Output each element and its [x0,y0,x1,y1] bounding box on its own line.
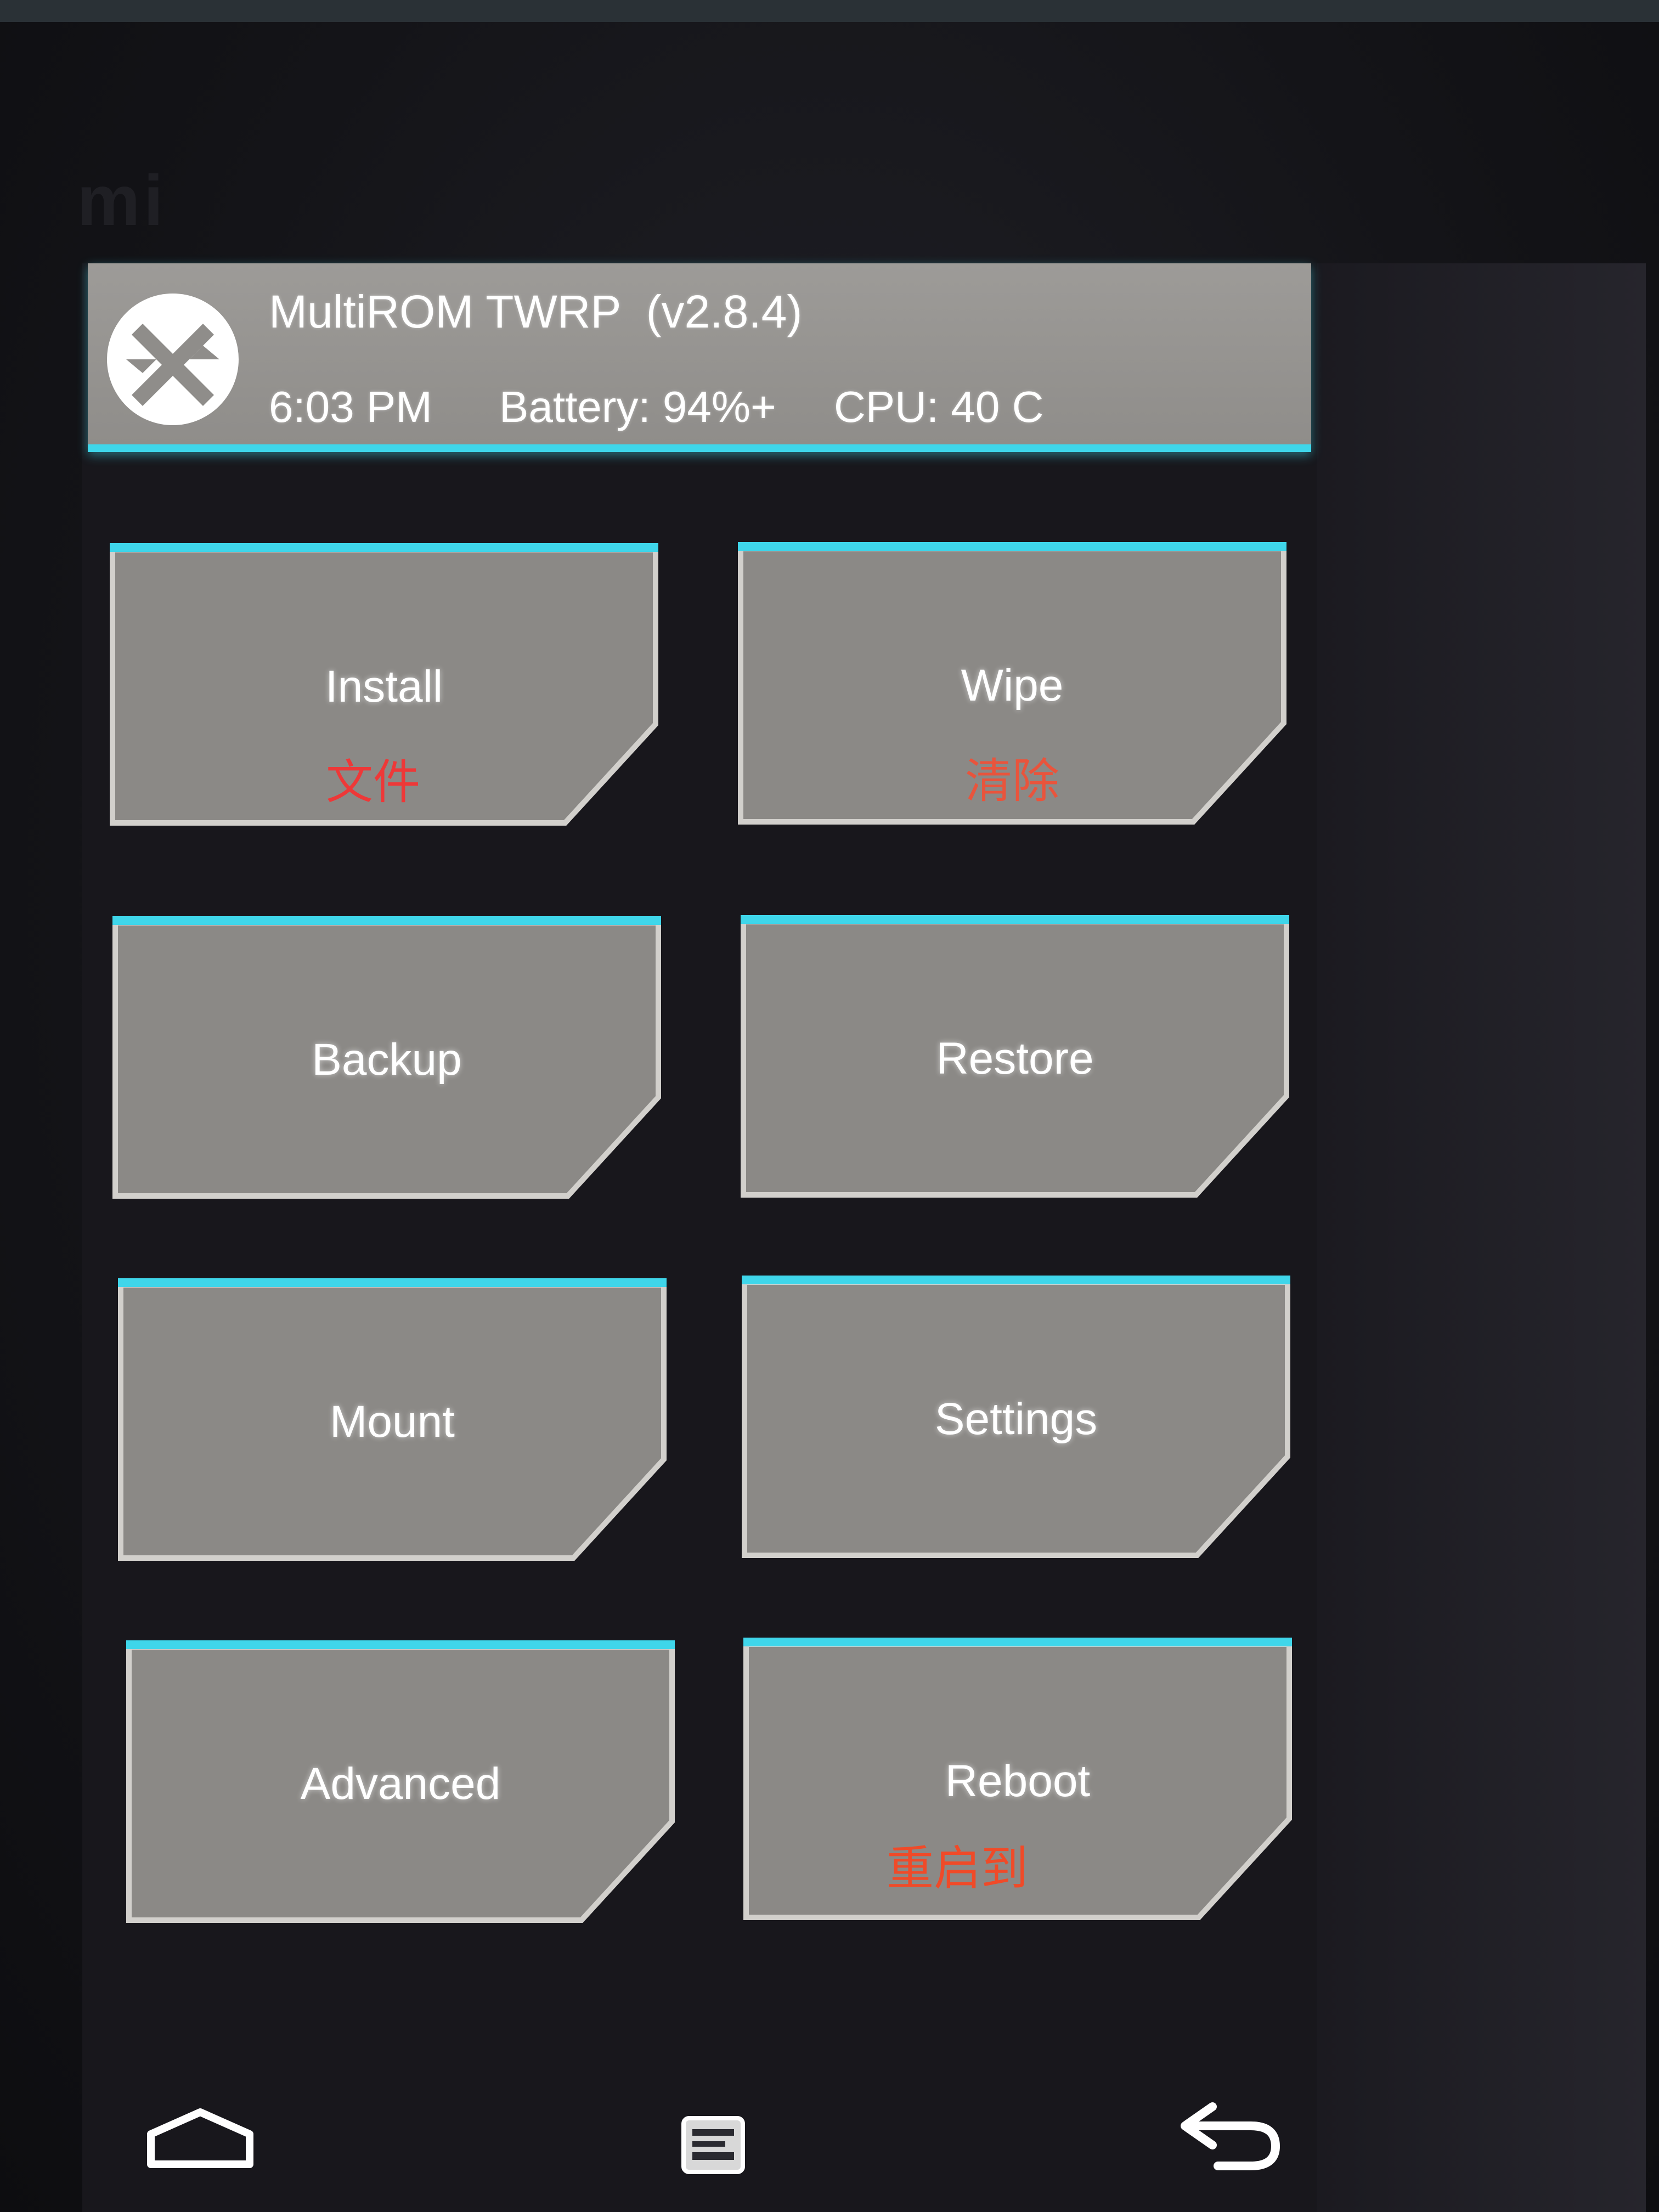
back-icon[interactable] [1174,2101,1284,2175]
install-button[interactable]: Install 文件 [110,543,658,828]
header-title: MultiROM TWRP (v2.8.4) [269,286,803,337]
mount-button[interactable]: Mount [118,1278,667,1564]
advanced-button[interactable]: Advanced [126,1640,675,1926]
backup-label: Backup [312,1035,462,1085]
settings-button[interactable]: Settings [742,1276,1290,1561]
console-icon[interactable] [680,2115,746,2178]
battery-text: Battery: 94%+ [499,382,776,431]
install-label: Install [325,662,443,712]
wipe-annotation: 清除 [965,754,1059,809]
reboot-label: Reboot [945,1756,1091,1806]
cpu-temp-text: CPU: 40 C [834,382,1044,431]
wipe-button[interactable]: Wipe 清除 [738,542,1286,827]
status-header: MultiROM TWRP (v2.8.4) 6:03 PM Battery: … [88,263,1311,452]
advanced-label: Advanced [300,1759,501,1809]
wipe-label: Wipe [961,661,1064,710]
install-annotation: 文件 [326,755,420,810]
mount-label: Mount [330,1397,455,1447]
settings-label: Settings [934,1394,1098,1444]
clock-text: 6:03 PM [269,382,432,431]
restore-label: Restore [936,1034,1094,1084]
screen-unused-area [1317,263,1646,2212]
reboot-annotation: 重启到 [887,1841,1028,1896]
twrp-logo-icon [104,291,241,428]
device-brand-mark: mi [77,160,167,240]
restore-button[interactable]: Restore [741,915,1289,1200]
reboot-button[interactable]: Reboot 重启到 [743,1638,1292,1923]
home-icon[interactable] [145,2107,255,2175]
device-bezel-top [0,0,1659,22]
backup-button[interactable]: Backup [112,916,661,1201]
